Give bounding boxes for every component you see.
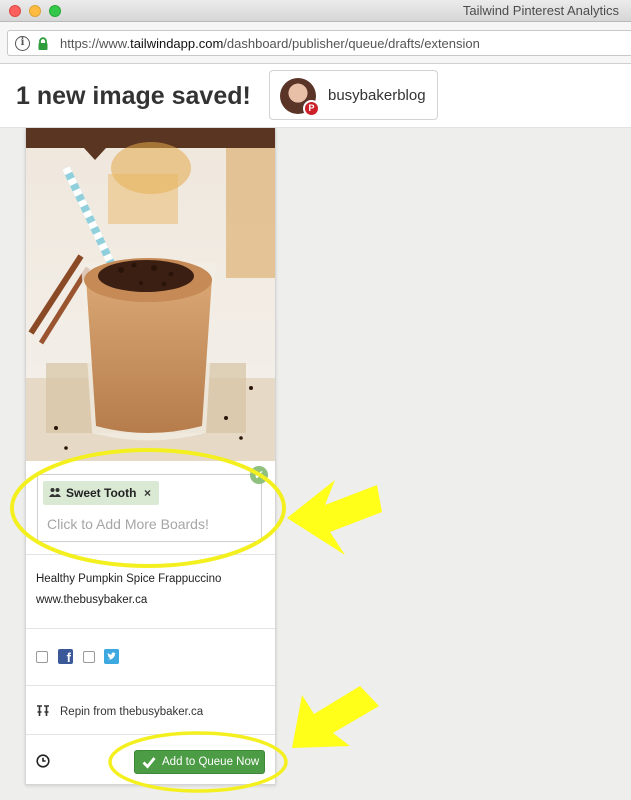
minimize-window-button[interactable] <box>29 5 41 17</box>
account-name: busybakerblog <box>328 87 426 104</box>
check-circle-icon: ✓ <box>250 466 268 484</box>
url-prefix: https://www. <box>60 36 131 51</box>
description-title: Healthy Pumpkin Spice Frappuccino <box>36 573 222 585</box>
window-titlebar: Tailwind Pinterest Analytics <box>0 0 631 22</box>
add-boards-input[interactable]: Click to Add More Boards! <box>47 516 209 532</box>
repin-icon <box>37 705 49 716</box>
facebook-share-checkbox[interactable] <box>36 651 48 663</box>
group-board-icon <box>49 488 61 497</box>
clock-icon[interactable] <box>36 754 50 768</box>
page-header: 1 new image saved! P busybakerblog <box>0 64 631 128</box>
url-host: tailwindapp.com <box>130 36 224 51</box>
share-options: f <box>36 648 236 666</box>
info-icon[interactable]: i <box>15 36 30 51</box>
divider <box>26 628 275 629</box>
twitter-icon <box>104 649 119 664</box>
url-path: /dashboard/publisher/queue/drafts/extens… <box>223 36 480 51</box>
boards-selector[interactable]: Sweet Tooth × Click to Add More Boards! <box>37 474 262 542</box>
pin-description[interactable]: Healthy Pumpkin Spice Frappuccino www.th… <box>36 569 221 611</box>
page-title: 1 new image saved! <box>16 82 251 110</box>
checkmark-icon <box>142 757 156 769</box>
divider <box>26 734 275 735</box>
add-to-queue-label: Add to Queue Now <box>162 756 260 768</box>
pinterest-icon: P <box>303 100 320 117</box>
divider <box>26 554 275 555</box>
divider <box>26 685 275 686</box>
twitter-share-checkbox[interactable] <box>83 651 95 663</box>
repin-source: Repin from thebusybaker.ca <box>60 706 204 718</box>
arrow-to-boards-icon <box>287 480 382 555</box>
pin-image <box>26 128 275 461</box>
url-field[interactable]: i https://www.tailwindapp.com/dashboard/… <box>7 30 631 56</box>
add-to-queue-button[interactable]: Add to Queue Now <box>134 750 265 774</box>
pin-card: Sweet Tooth × Click to Add More Boards! … <box>25 128 276 785</box>
description-url: www.thebusybaker.ca <box>36 594 148 606</box>
zoom-window-button[interactable] <box>49 5 61 17</box>
lock-icon <box>38 37 48 50</box>
board-name: Sweet Tooth <box>66 486 137 500</box>
close-window-button[interactable] <box>9 5 21 17</box>
arrow-to-queue-icon <box>292 686 379 748</box>
board-tag-sweet-tooth: Sweet Tooth × <box>43 481 159 505</box>
url-text[interactable]: https://www.tailwindapp.com/dashboard/pu… <box>60 36 480 51</box>
window-title: Tailwind Pinterest Analytics <box>462 3 619 18</box>
facebook-icon: f <box>58 649 73 664</box>
account-selector-button[interactable]: P busybakerblog <box>269 70 438 120</box>
address-bar: i https://www.tailwindapp.com/dashboard/… <box>0 22 631 64</box>
remove-board-button[interactable]: × <box>144 486 151 500</box>
